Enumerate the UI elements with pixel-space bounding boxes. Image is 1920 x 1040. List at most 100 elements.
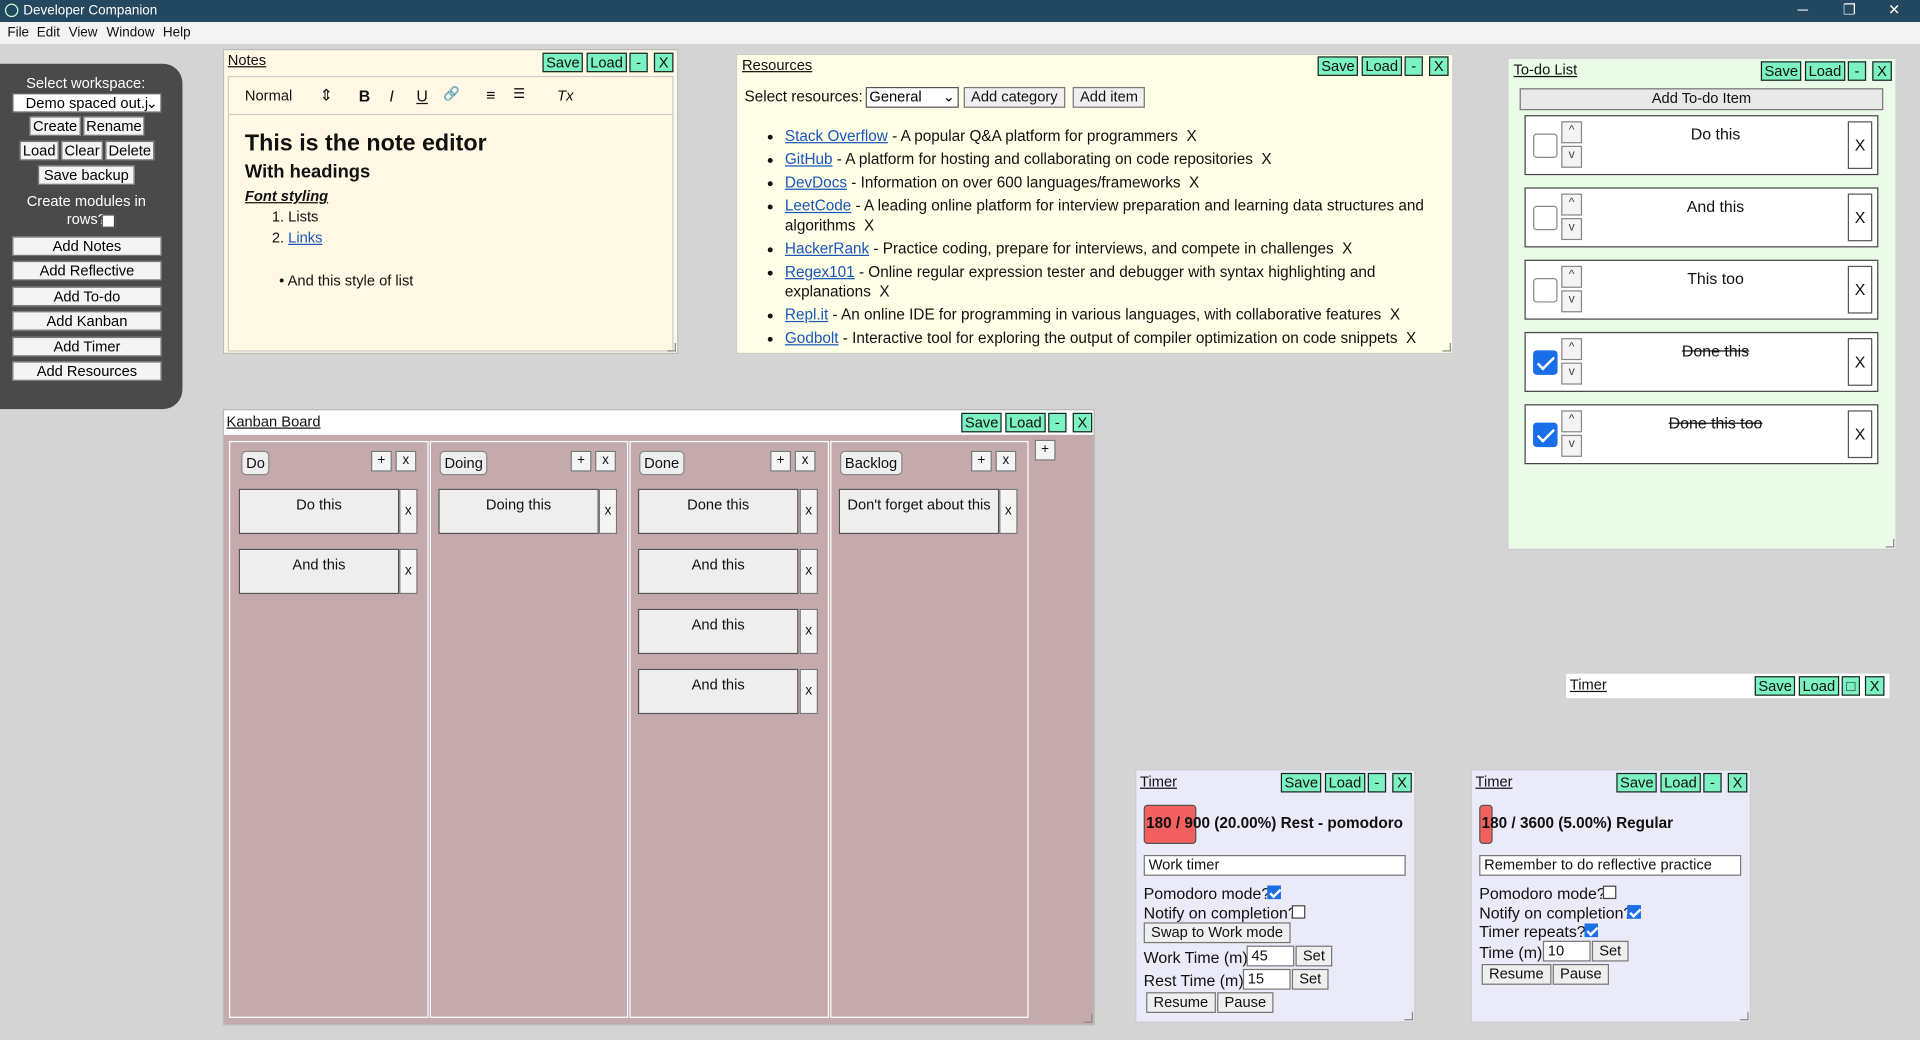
bold-icon[interactable]: B	[359, 87, 370, 105]
add-column-button[interactable]: +	[1034, 439, 1056, 461]
notes-minimize-button[interactable]: -	[629, 52, 648, 73]
timer2-load-button[interactable]: Load	[1660, 772, 1701, 793]
move-down-button[interactable]: v	[1561, 434, 1583, 457]
timer1-name-input[interactable]: Work timer	[1143, 854, 1406, 876]
note-styled-text[interactable]: Font styling	[245, 187, 328, 204]
add-notes-button[interactable]: Add Notes	[12, 236, 162, 257]
remove-todo-button[interactable]: X	[1847, 265, 1873, 314]
rest-time-set-button[interactable]: Set	[1291, 968, 1329, 990]
menu-help[interactable]: Help	[163, 26, 191, 41]
remove-todo-button[interactable]: X	[1847, 121, 1873, 170]
kanban-load-button[interactable]: Load	[1005, 412, 1046, 433]
timer2-pause-button[interactable]: Pause	[1552, 963, 1610, 985]
work-time-set-button[interactable]: Set	[1295, 945, 1333, 967]
clear-format-icon[interactable]: Tx	[557, 87, 573, 104]
workspace-select[interactable]: Demo spaced out.j ⌄	[12, 93, 162, 113]
remove-card-button[interactable]: x	[399, 548, 418, 595]
move-down-button[interactable]: v	[1561, 218, 1583, 241]
rename-workspace-button[interactable]: Rename	[83, 116, 145, 136]
remove-card-button[interactable]: x	[598, 488, 618, 535]
kanban-card[interactable]: Don't forget about this	[838, 488, 1000, 535]
timer1-pause-button[interactable]: Pause	[1217, 992, 1274, 1013]
rows-checkbox[interactable]	[101, 214, 116, 228]
menu-file[interactable]: File	[7, 26, 29, 41]
resources-close-button[interactable]: X	[1428, 56, 1449, 76]
resource-link[interactable]: LeetCode	[785, 197, 851, 214]
resource-link[interactable]: Godbolt	[785, 329, 839, 346]
todo-save-button[interactable]: Save	[1760, 61, 1802, 81]
minimized-timer-save-button[interactable]: Save	[1754, 676, 1796, 696]
add-resources-button[interactable]: Add Resources	[12, 361, 162, 381]
add-category-button[interactable]: Add category	[963, 86, 1065, 108]
kanban-card[interactable]: And this	[637, 668, 799, 715]
save-backup-button[interactable]: Save backup	[37, 165, 135, 185]
move-down-button[interactable]: v	[1561, 145, 1583, 168]
kanban-resize-handle[interactable]	[1083, 1014, 1093, 1023]
note-list-item-2[interactable]: 2. Links	[272, 229, 323, 246]
bullet-list-icon[interactable]: ☰	[513, 86, 525, 102]
resources-minimize-button[interactable]: -	[1404, 56, 1423, 76]
resources-resize-handle[interactable]	[1442, 342, 1452, 352]
todo-checkbox[interactable]	[1533, 133, 1558, 159]
swap-mode-button[interactable]: Swap to Work mode	[1143, 922, 1291, 944]
kanban-save-button[interactable]: Save	[961, 412, 1003, 433]
move-down-button[interactable]: v	[1561, 362, 1583, 385]
notes-close-button[interactable]: X	[653, 52, 674, 73]
timer2-notify-checkbox[interactable]	[1627, 905, 1641, 919]
todo-close-button[interactable]: X	[1872, 61, 1892, 81]
resource-link[interactable]: Stack Overflow	[785, 127, 888, 144]
todo-text[interactable]: And this	[1587, 197, 1844, 215]
clear-workspace-button[interactable]: Clear	[61, 140, 103, 161]
move-down-button[interactable]: v	[1561, 290, 1583, 313]
timer1-notify-checkbox[interactable]	[1291, 905, 1306, 919]
todo-checkbox[interactable]	[1533, 422, 1558, 448]
kanban-close-button[interactable]: X	[1072, 412, 1093, 433]
underline-icon[interactable]: U	[416, 87, 427, 105]
remove-resource-button[interactable]: X	[1189, 174, 1199, 191]
todo-text[interactable]: Do this	[1587, 125, 1844, 143]
note-heading-1[interactable]: This is the note editor	[245, 131, 487, 158]
rest-time-input[interactable]: 15	[1242, 968, 1291, 990]
todo-text[interactable]: Done this too	[1587, 414, 1844, 432]
note-heading-2[interactable]: With headings	[245, 162, 370, 183]
timer1-load-button[interactable]: Load	[1324, 772, 1365, 793]
work-time-input[interactable]: 45	[1246, 945, 1295, 967]
move-up-button[interactable]: ^	[1561, 121, 1583, 144]
timer1-close-button[interactable]: X	[1392, 772, 1412, 793]
move-up-button[interactable]: ^	[1561, 193, 1583, 216]
remove-card-button[interactable]: x	[799, 488, 818, 535]
timer2-resume-button[interactable]: Resume	[1481, 963, 1552, 985]
load-workspace-button[interactable]: Load	[19, 140, 59, 161]
resources-save-button[interactable]: Save	[1317, 56, 1359, 76]
timer2-resize-handle[interactable]	[1740, 1011, 1749, 1021]
add-todo-item-button[interactable]: Add To-do Item	[1519, 88, 1884, 111]
note-bullet-item[interactable]: • And this style of list	[279, 272, 413, 289]
move-up-button[interactable]: ^	[1561, 265, 1583, 288]
minimized-timer-load-button[interactable]: Load	[1798, 676, 1839, 696]
remove-todo-button[interactable]: X	[1847, 338, 1873, 386]
resources-load-button[interactable]: Load	[1361, 56, 1402, 76]
delete-workspace-button[interactable]: Delete	[105, 140, 155, 161]
remove-resource-button[interactable]: X	[1390, 306, 1400, 323]
timer2-close-button[interactable]: X	[1727, 772, 1748, 793]
kanban-card[interactable]: And this	[637, 548, 799, 595]
todo-minimize-button[interactable]: -	[1847, 61, 1867, 81]
timer2-time-input[interactable]: 10	[1542, 940, 1591, 962]
timer1-save-button[interactable]: Save	[1280, 772, 1322, 793]
timer2-pomodoro-checkbox[interactable]	[1602, 885, 1617, 900]
add-card-button[interactable]: +	[371, 450, 392, 472]
restore-icon[interactable]: □	[1841, 676, 1861, 696]
todo-load-button[interactable]: Load	[1804, 61, 1845, 81]
kanban-minimize-button[interactable]: -	[1048, 412, 1067, 433]
timer1-resize-handle[interactable]	[1404, 1011, 1414, 1021]
timer2-minimize-button[interactable]: -	[1703, 772, 1722, 793]
add-reflective-button[interactable]: Add Reflective	[12, 260, 162, 281]
remove-column-button[interactable]: x	[794, 450, 816, 472]
remove-column-button[interactable]: x	[995, 450, 1017, 472]
menu-window[interactable]: Window	[107, 26, 155, 41]
remove-card-button[interactable]: x	[799, 548, 818, 595]
format-select[interactable]: Normal	[245, 87, 292, 104]
kanban-card[interactable]: And this	[637, 608, 799, 655]
remove-card-button[interactable]: x	[999, 488, 1018, 535]
todo-text[interactable]: Done this	[1587, 342, 1844, 360]
